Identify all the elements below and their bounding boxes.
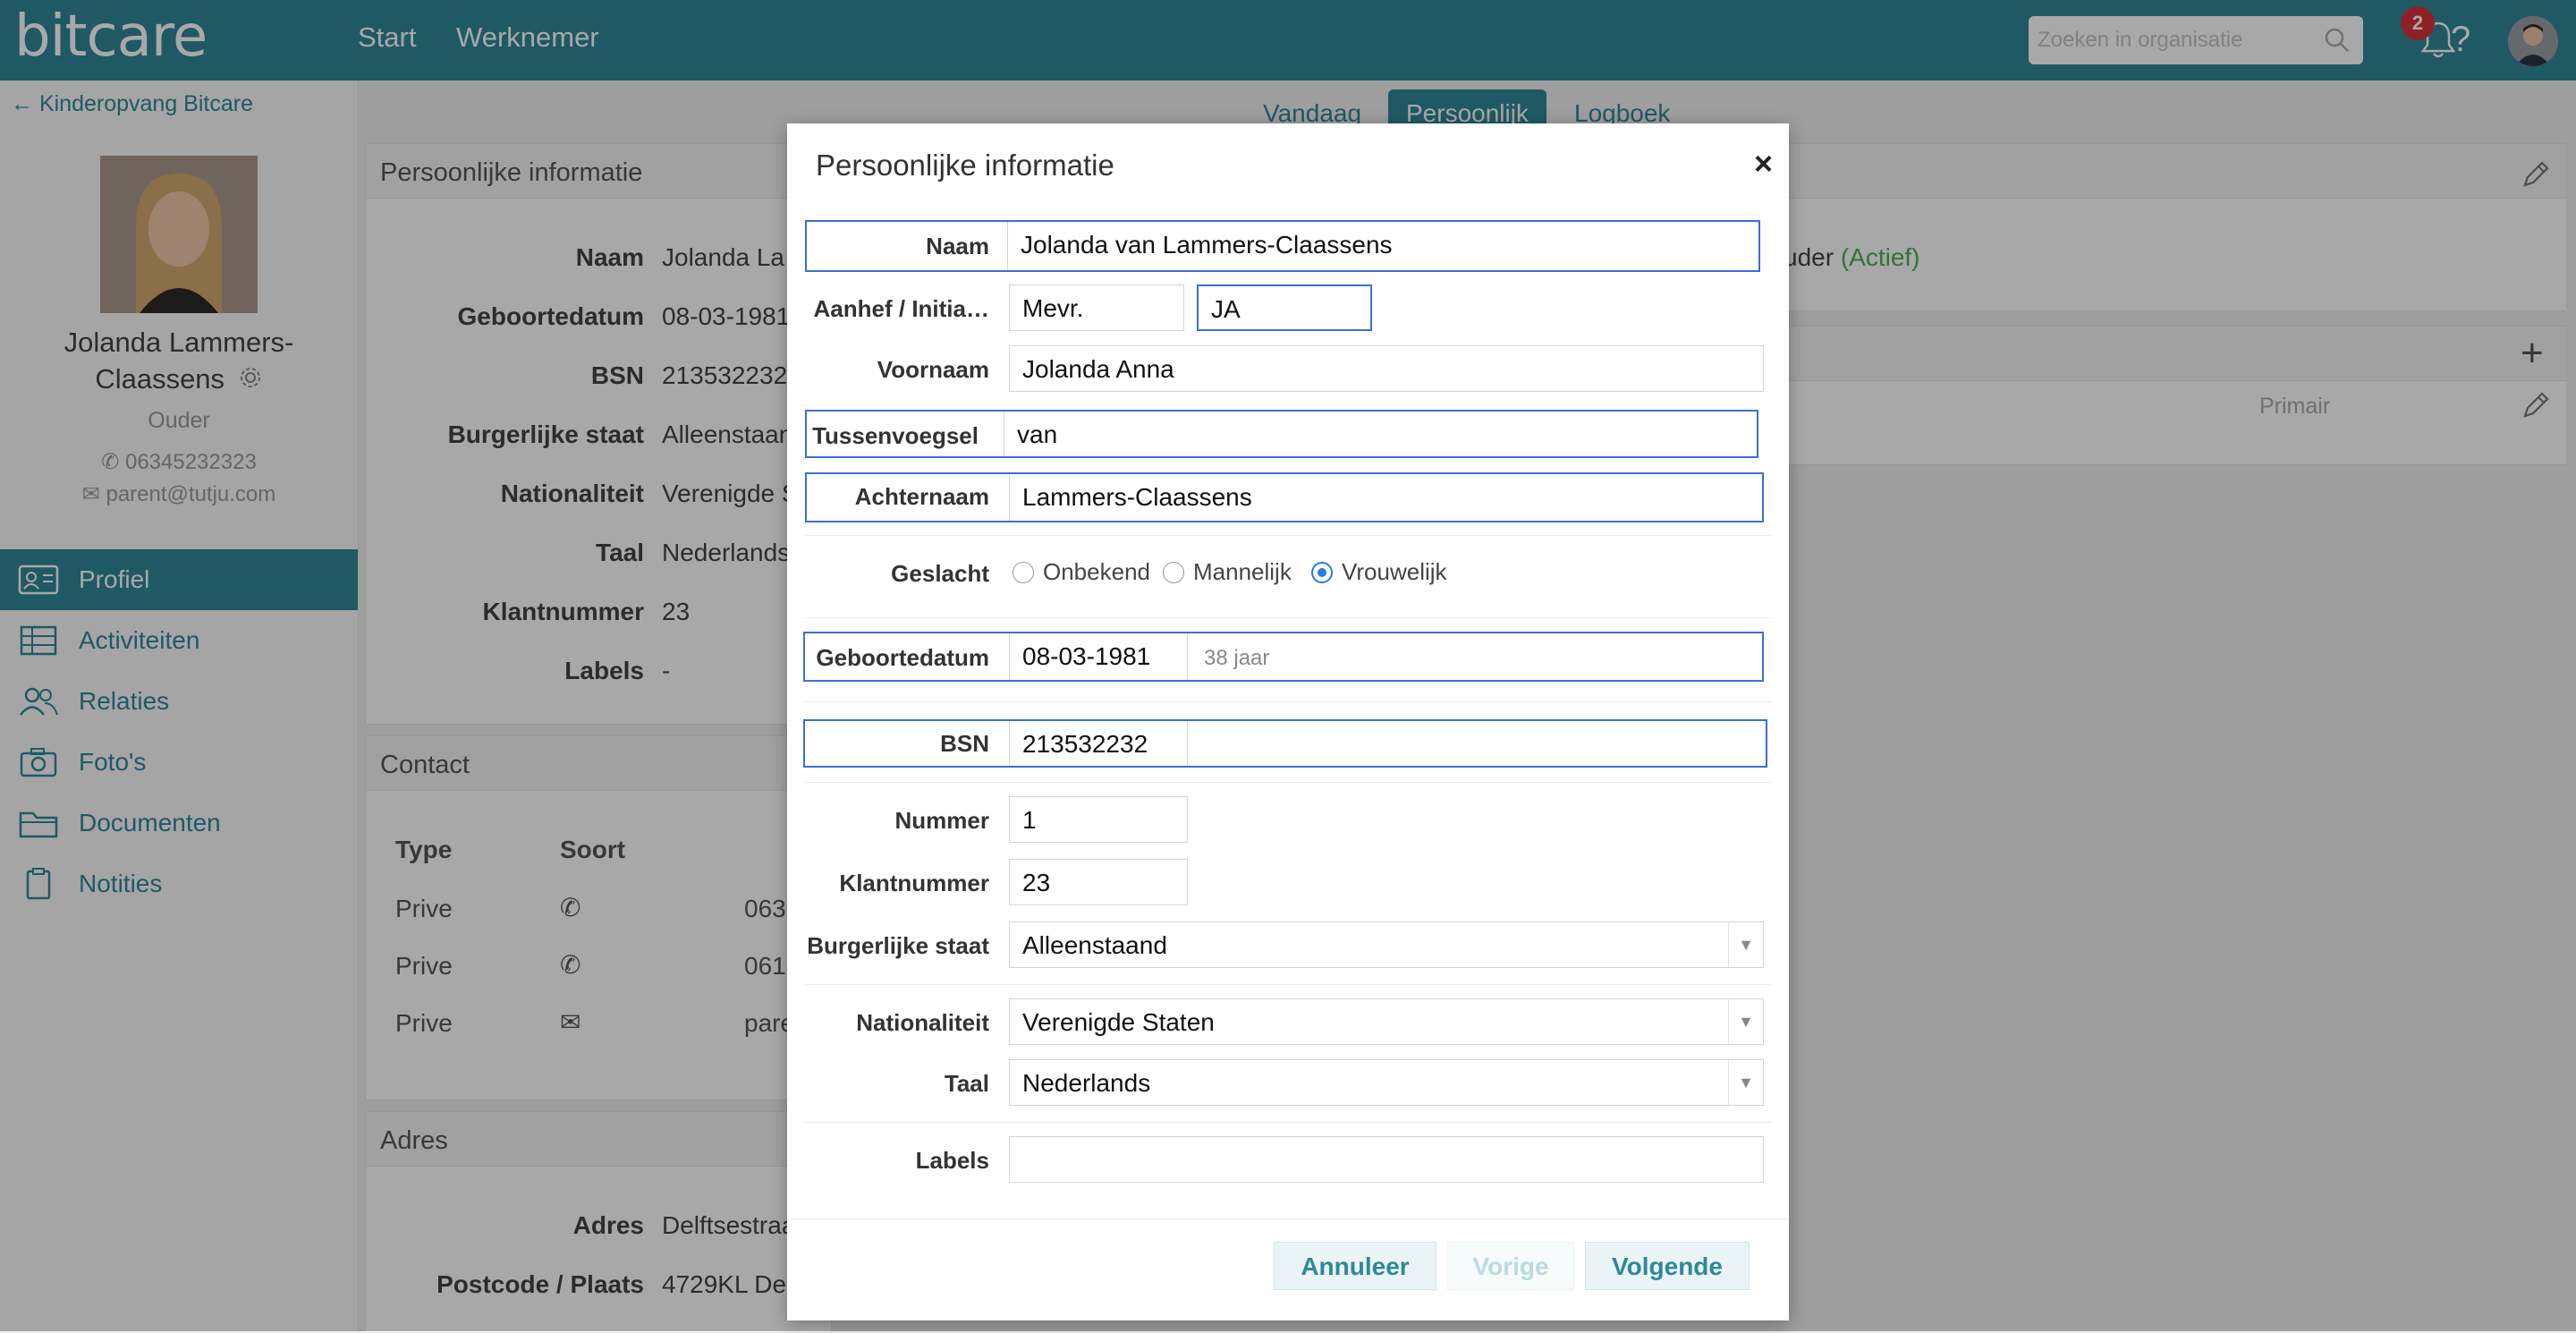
nationaliteit-select[interactable]: Verenigde Staten ▼ (1009, 998, 1764, 1045)
tussenvoegsel-label: Tussenvoegsel (812, 422, 979, 449)
personal-info-dialog: Persoonlijke informatie × Naam Jolanda v… (787, 123, 1789, 1320)
taal-select[interactable]: Nederlands ▼ (1009, 1059, 1764, 1106)
tussenvoegsel-field[interactable]: van (1004, 412, 1757, 456)
voornaam-label: Voornaam (877, 356, 989, 383)
cancel-button[interactable]: Annuleer (1274, 1242, 1436, 1290)
age-addon: 38 jaar (1204, 646, 1270, 670)
next-button[interactable]: Volgende (1585, 1242, 1750, 1290)
nummer-label: Nummer (894, 807, 989, 834)
geboortedatum-label: Geboortedatum (816, 644, 989, 671)
achternaam-label: Achternaam (854, 483, 989, 510)
labels-label: Labels (915, 1147, 989, 1174)
voornaam-field[interactable]: Jolanda Anna (1009, 345, 1764, 392)
aanhef-field[interactable]: Mevr. (1009, 284, 1184, 331)
nationaliteit-value: Verenigde Staten (1022, 1008, 1215, 1036)
radio-label: Vrouwelijk (1342, 558, 1447, 585)
aanhef-label: Aanhef / Initia… (813, 295, 989, 322)
labels-field[interactable] (1009, 1136, 1764, 1183)
klantnummer-label: Klantnummer (839, 870, 989, 896)
bsn-field[interactable]: 213532232 (1009, 721, 1188, 766)
previous-button[interactable]: Vorige (1447, 1242, 1574, 1290)
burgerlijke-staat-label: Burgerlijke staat (807, 932, 989, 959)
taal-value: Nederlands (1022, 1069, 1151, 1097)
chevron-down-icon: ▼ (1728, 1060, 1763, 1105)
radio-button (1013, 562, 1034, 583)
geslacht-label: Geslacht (891, 560, 989, 587)
geboortedatum-field[interactable]: 08-03-1981 (1009, 633, 1188, 680)
nummer-field[interactable]: 1 (1009, 796, 1188, 843)
burgerlijke-staat-value: Alleenstaand (1022, 931, 1167, 959)
naam-field[interactable]: Jolanda van Lammers-Claassens (1007, 222, 1758, 270)
achternaam-field[interactable]: Lammers-Claassens (1009, 474, 1762, 521)
burgerlijke-staat-select[interactable]: Alleenstaand ▼ (1009, 921, 1764, 968)
radio-button (1163, 562, 1184, 583)
klantnummer-field[interactable]: 23 (1009, 859, 1188, 905)
chevron-down-icon: ▼ (1728, 999, 1763, 1044)
initials-field[interactable]: JA (1197, 284, 1372, 331)
dialog-title: Persoonlijke informatie (816, 149, 1114, 182)
bsn-label: BSN (940, 730, 989, 757)
nationaliteit-label: Nationaliteit (856, 1009, 989, 1036)
radio-label: Mannelijk (1193, 558, 1292, 585)
chevron-down-icon: ▼ (1728, 922, 1763, 967)
radio-button-selected (1311, 562, 1333, 583)
close-icon[interactable]: × (1754, 145, 1773, 183)
gender-radio-group: Onbekend Mannelijk Vrouwelijk (1013, 558, 1478, 589)
radio-label: Onbekend (1043, 558, 1150, 585)
taal-label: Taal (944, 1070, 989, 1097)
naam-label: Naam (926, 233, 989, 259)
